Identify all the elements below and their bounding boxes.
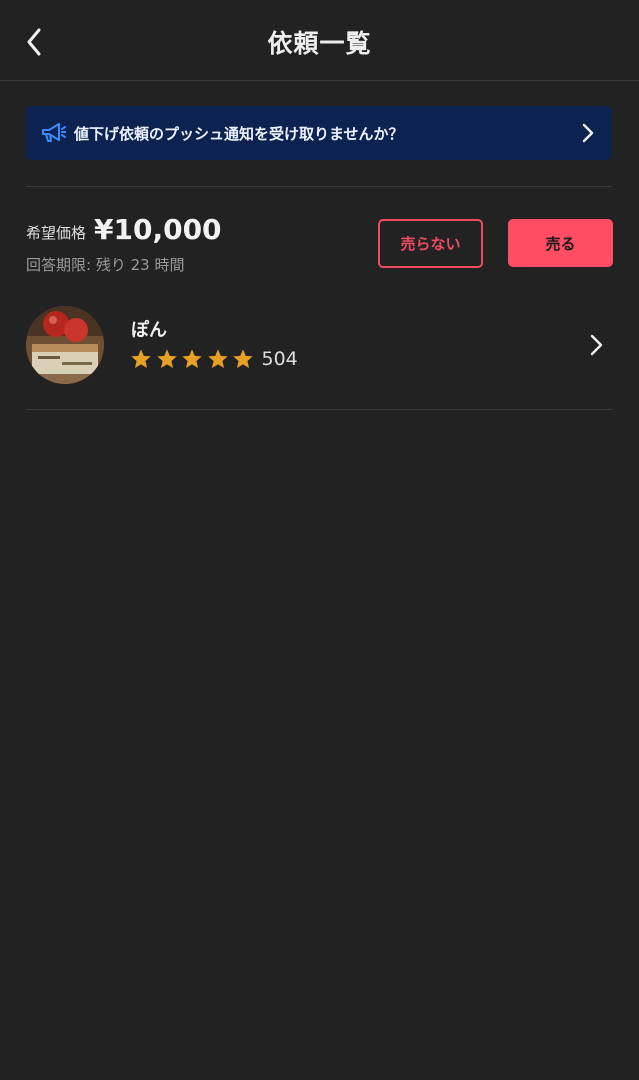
rating: 504	[130, 348, 298, 370]
sell-button[interactable]: 売る	[508, 219, 613, 267]
page-title: 依頼一覧	[267, 29, 372, 58]
divider	[26, 186, 612, 187]
star-icon	[131, 349, 151, 368]
buyer-name: ぽん	[131, 320, 167, 341]
star-icon	[233, 349, 253, 368]
response-deadline: 回答期限: 残り 23 時間	[26, 256, 185, 274]
star-icon	[207, 349, 228, 368]
avatar	[26, 306, 104, 384]
divider	[26, 409, 612, 410]
price-label: 希望価格	[26, 224, 87, 242]
star-icon	[156, 349, 177, 368]
chevron-right-icon	[590, 334, 603, 356]
header: 依頼一覧	[0, 0, 639, 81]
avatar-image	[26, 306, 104, 384]
buyer-row[interactable]: ぽん 504	[0, 296, 639, 406]
offer-price: ¥10,000	[94, 213, 222, 246]
chevron-right-icon	[582, 123, 594, 143]
megaphone-icon	[42, 123, 66, 142]
review-count: 504	[261, 348, 298, 370]
push-notification-banner[interactable]: 値下げ依頼のプッシュ通知を受け取りませんか？	[26, 106, 612, 160]
star-icon	[182, 349, 202, 368]
screen: 依頼一覧 値下げ依頼のプッシュ通知を受け取りませんか？ 希望価格 ¥10,000…	[0, 0, 639, 1080]
banner-text: 値下げ依頼のプッシュ通知を受け取りませんか？	[74, 125, 404, 143]
decline-button[interactable]: 売らない	[378, 219, 483, 268]
